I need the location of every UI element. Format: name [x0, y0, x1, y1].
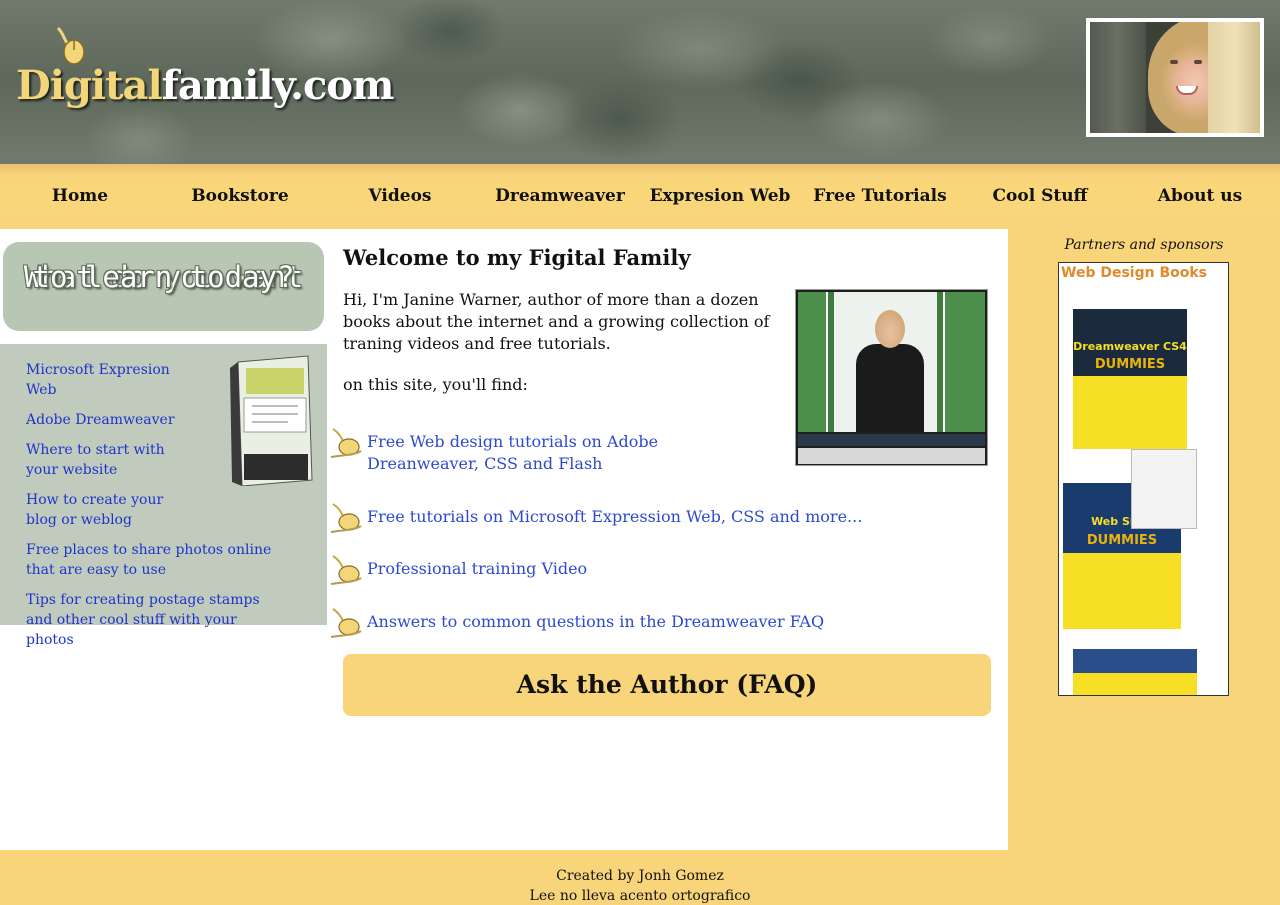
nav-free-tutorials[interactable]: Free Tutorials — [800, 164, 960, 229]
logo-text-part2: family.com — [161, 62, 395, 109]
bullet-link-dreamweaver-tutorials[interactable]: Free Web design tutorials on Adobe Drean… — [327, 428, 687, 475]
header-child-photo — [1086, 18, 1264, 137]
book-dummies-label: DUMMIES — [1086, 532, 1158, 548]
right-sidebar: Partners and sponsors Web Design Books D… — [1008, 229, 1280, 850]
nav-expresion-web[interactable]: Expresion Web — [640, 164, 800, 229]
sidebar-links-panel: Microsoft Expresion Web Adobe Dreamweave… — [0, 344, 327, 648]
book-cover-dreamweaver: Dreamweaver CS4 DUMMIES — [1073, 309, 1187, 449]
bullet-text: Professional training Video — [367, 559, 588, 578]
header-banner: Digitalfamily.com — [0, 0, 1280, 164]
nav-about-us[interactable]: About us — [1120, 164, 1280, 229]
nav-home[interactable]: Home — [0, 164, 160, 229]
intro-text: Hi, I'm Janine Warner, author of more th… — [343, 290, 770, 353]
logo-text: Digitalfamily.com — [16, 62, 395, 109]
mouse-icon — [56, 26, 85, 65]
learn-banner-line2: to learn today? — [32, 260, 295, 294]
site-logo[interactable]: Digitalfamily.com — [16, 24, 394, 114]
nav-bookstore[interactable]: Bookstore — [160, 164, 320, 229]
web-design-books-ad[interactable]: Web Design Books Dreamweaver CS4 DUMMIES… — [1058, 262, 1229, 696]
book-title: Dreamweaver CS4 — [1073, 339, 1187, 353]
partners-heading: Partners and sponsors — [1064, 237, 1224, 253]
learn-banner-text: What do you want to learn today? — [3, 250, 324, 294]
bullet-link-training-video[interactable]: Professional training Video — [327, 555, 927, 585]
ask-the-author-button[interactable]: Ask the Author (FAQ) — [343, 654, 991, 716]
bullet-text: Answers to common questions in the Dream… — [367, 612, 825, 631]
sidebar-link-expresion-web[interactable]: Microsoft Expresion Web — [26, 360, 196, 400]
mouse-bullet-icon — [330, 608, 362, 638]
bullet-link-dreamweaver-faq[interactable]: Answers to common questions in the Dream… — [327, 608, 927, 638]
nav-cool-stuff[interactable]: Cool Stuff — [960, 164, 1120, 229]
footer-note: Lee no lleva acento ortografico — [529, 888, 751, 904]
learn-banner: What do you want to learn today? — [3, 242, 324, 331]
sidebar-link-blog[interactable]: How to create your blog or weblog — [26, 490, 196, 530]
book-cover-small — [1131, 449, 1197, 529]
page-title: Welcome to my Figital Family — [343, 245, 691, 270]
footer-credit: Created by Jonh Gomez — [556, 868, 724, 884]
mouse-bullet-icon — [330, 428, 362, 458]
book-dummies-label: DUMMIES — [1094, 356, 1166, 372]
sidebar-link-share-photos[interactable]: Free places to share photos online that … — [26, 540, 286, 580]
mouse-bullet-icon — [330, 503, 362, 533]
main-content: Welcome to my Figital Family Hi, I'm Jan… — [327, 229, 1008, 850]
mouse-bullet-icon — [330, 555, 362, 585]
nav-dreamweaver[interactable]: Dreamweaver — [480, 164, 640, 229]
bullet-link-expression-web-tutorials[interactable]: Free tutorials on Microsoft Expression W… — [327, 503, 927, 533]
logo-text-part1: Digital — [16, 62, 163, 109]
sidebar-link-postage-stamps[interactable]: Tips for creating postage stamps and oth… — [26, 590, 286, 650]
sidebar-link-where-to-start[interactable]: Where to start with your website — [26, 440, 196, 480]
bullet-text: Free tutorials on Microsoft Expression W… — [367, 507, 863, 526]
find-text: on this site, you'll find: — [343, 375, 528, 394]
footer: Created by Jonh Gomez Lee no lleva acent… — [0, 850, 1280, 905]
training-video-thumbnail[interactable] — [795, 289, 988, 466]
books-ad-title: Web Design Books — [1061, 265, 1207, 281]
main-nav: Home Bookstore Videos Dreamweaver Expres… — [0, 164, 1280, 229]
nav-videos[interactable]: Videos — [320, 164, 480, 229]
sidebar-link-dreamweaver[interactable]: Adobe Dreamweaver — [26, 410, 196, 430]
book-cover-partial — [1073, 649, 1197, 695]
bullet-text: Free Web design tutorials on Adobe Drean… — [367, 432, 659, 473]
